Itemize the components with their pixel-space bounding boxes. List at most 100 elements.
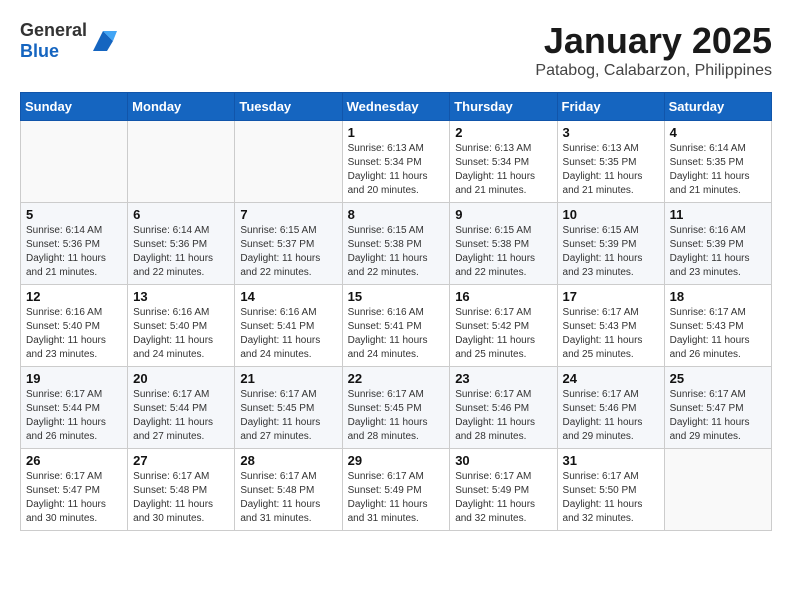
- logo-text: General Blue: [20, 20, 87, 62]
- day-number: 22: [348, 371, 445, 386]
- day-number: 4: [670, 125, 766, 140]
- day-info: Sunrise: 6:17 AMSunset: 5:48 PMDaylight:…: [240, 470, 336, 526]
- day-info: Sunrise: 6:16 AMSunset: 5:40 PMDaylight:…: [26, 306, 122, 362]
- day-number: 6: [133, 207, 229, 222]
- weekday-header-tuesday: Tuesday: [235, 93, 342, 121]
- day-number: 3: [563, 125, 659, 140]
- day-info: Sunrise: 6:17 AMSunset: 5:47 PMDaylight:…: [670, 388, 766, 444]
- calendar-cell: 3Sunrise: 6:13 AMSunset: 5:35 PMDaylight…: [557, 121, 664, 203]
- month-title: January 2025: [535, 20, 772, 62]
- day-number: 24: [563, 371, 659, 386]
- calendar-cell: 27 Sunrise: 6:17 AMSunset: 5:48 PMDayligh…: [128, 449, 235, 531]
- calendar-cell: 31 Sunrise: 6:17 AMSunset: 5:50 PMDayligh…: [557, 449, 664, 531]
- day-number: 17: [563, 289, 659, 304]
- day-number: 20: [133, 371, 229, 386]
- calendar-cell: [664, 449, 771, 531]
- calendar-cell: 28 Sunrise: 6:17 AMSunset: 5:48 PMDayligh…: [235, 449, 342, 531]
- day-info: Sunrise: 6:17 AMSunset: 5:47 PMDaylight:…: [26, 470, 122, 526]
- calendar-cell: 23Sunrise: 6:17 AMSunset: 5:46 PMDayligh…: [450, 367, 557, 449]
- week-row-4: 19Sunrise: 6:17 AMSunset: 5:44 PMDayligh…: [21, 367, 772, 449]
- day-number: 30: [455, 453, 551, 468]
- calendar-cell: 10 Sunrise: 6:15 AMSunset: 5:39 PMDayligh…: [557, 203, 664, 285]
- day-number: 29: [348, 453, 445, 468]
- day-info: Sunrise: 6:17 AMSunset: 5:49 PMDaylight:…: [348, 470, 445, 526]
- day-number: 10: [563, 207, 659, 222]
- location-title: Patabog, Calabarzon, Philippines: [535, 62, 772, 80]
- day-info: Sunrise: 6:14 AMSunset: 5:35 PMDaylight:…: [670, 142, 766, 198]
- day-number: 1: [348, 125, 445, 140]
- day-number: 19: [26, 371, 122, 386]
- day-number: 5: [26, 207, 122, 222]
- day-info: Sunrise: 6:17 AMSunset: 5:48 PMDaylight:…: [133, 470, 229, 526]
- calendar-cell: 1Sunrise: 6:13 AMSunset: 5:34 PMDaylight…: [342, 121, 450, 203]
- day-number: 8: [348, 207, 445, 222]
- day-number: 18: [670, 289, 766, 304]
- calendar-cell: 19Sunrise: 6:17 AMSunset: 5:44 PMDayligh…: [21, 367, 128, 449]
- day-info: Sunrise: 6:17 AMSunset: 5:43 PMDaylight:…: [563, 306, 659, 362]
- weekday-header-saturday: Saturday: [664, 93, 771, 121]
- calendar-cell: 4 Sunrise: 6:14 AMSunset: 5:35 PMDaylight…: [664, 121, 771, 203]
- day-info: Sunrise: 6:15 AMSunset: 5:39 PMDaylight:…: [563, 224, 659, 280]
- weekday-header-thursday: Thursday: [450, 93, 557, 121]
- day-info: Sunrise: 6:14 AMSunset: 5:36 PMDaylight:…: [26, 224, 122, 280]
- logo: General Blue: [20, 20, 117, 62]
- day-number: 28: [240, 453, 336, 468]
- calendar-table: SundayMondayTuesdayWednesdayThursdayFrid…: [20, 92, 772, 531]
- calendar-cell: 17 Sunrise: 6:17 AMSunset: 5:43 PMDayligh…: [557, 285, 664, 367]
- day-info: Sunrise: 6:16 AMSunset: 5:39 PMDaylight:…: [670, 224, 766, 280]
- day-number: 25: [670, 371, 766, 386]
- calendar-cell: 22 Sunrise: 6:17 AMSunset: 5:45 PMDayligh…: [342, 367, 450, 449]
- calendar-cell: 13 Sunrise: 6:16 AMSunset: 5:40 PMDayligh…: [128, 285, 235, 367]
- weekday-header-wednesday: Wednesday: [342, 93, 450, 121]
- week-row-3: 12 Sunrise: 6:16 AMSunset: 5:40 PMDayligh…: [21, 285, 772, 367]
- day-info: Sunrise: 6:17 AMSunset: 5:46 PMDaylight:…: [563, 388, 659, 444]
- weekday-header-monday: Monday: [128, 93, 235, 121]
- calendar-cell: 18 Sunrise: 6:17 AMSunset: 5:43 PMDayligh…: [664, 285, 771, 367]
- weekday-header-row: SundayMondayTuesdayWednesdayThursdayFrid…: [21, 93, 772, 121]
- day-number: 9: [455, 207, 551, 222]
- calendar-cell: 12 Sunrise: 6:16 AMSunset: 5:40 PMDayligh…: [21, 285, 128, 367]
- day-number: 31: [563, 453, 659, 468]
- day-info: Sunrise: 6:16 AMSunset: 5:41 PMDaylight:…: [240, 306, 336, 362]
- day-number: 14: [240, 289, 336, 304]
- calendar-cell: 16Sunrise: 6:17 AMSunset: 5:42 PMDayligh…: [450, 285, 557, 367]
- calendar-cell: 11 Sunrise: 6:16 AMSunset: 5:39 PMDayligh…: [664, 203, 771, 285]
- calendar-cell: 2Sunrise: 6:13 AMSunset: 5:34 PMDaylight…: [450, 121, 557, 203]
- day-number: 15: [348, 289, 445, 304]
- calendar-cell: [235, 121, 342, 203]
- title-area: January 2025 Patabog, Calabarzon, Philip…: [535, 20, 772, 80]
- day-info: Sunrise: 6:17 AMSunset: 5:42 PMDaylight:…: [455, 306, 551, 362]
- day-info: Sunrise: 6:17 AMSunset: 5:43 PMDaylight:…: [670, 306, 766, 362]
- day-info: Sunrise: 6:14 AMSunset: 5:36 PMDaylight:…: [133, 224, 229, 280]
- day-number: 27: [133, 453, 229, 468]
- day-info: Sunrise: 6:16 AMSunset: 5:40 PMDaylight:…: [133, 306, 229, 362]
- calendar-cell: [21, 121, 128, 203]
- calendar-cell: 15 Sunrise: 6:16 AMSunset: 5:41 PMDayligh…: [342, 285, 450, 367]
- logo-general: General: [20, 20, 87, 40]
- header-area: General Blue January 2025 Patabog, Calab…: [20, 20, 772, 80]
- calendar-cell: 5 Sunrise: 6:14 AMSunset: 5:36 PMDaylight…: [21, 203, 128, 285]
- day-number: 11: [670, 207, 766, 222]
- calendar-cell: 29 Sunrise: 6:17 AMSunset: 5:49 PMDayligh…: [342, 449, 450, 531]
- day-number: 13: [133, 289, 229, 304]
- logo-icon: [89, 27, 117, 55]
- calendar-cell: 6 Sunrise: 6:14 AMSunset: 5:36 PMDaylight…: [128, 203, 235, 285]
- calendar-cell: [128, 121, 235, 203]
- weekday-header-friday: Friday: [557, 93, 664, 121]
- weekday-header-sunday: Sunday: [21, 93, 128, 121]
- day-number: 21: [240, 371, 336, 386]
- day-info: Sunrise: 6:17 AMSunset: 5:45 PMDaylight:…: [240, 388, 336, 444]
- day-number: 23: [455, 371, 551, 386]
- day-number: 12: [26, 289, 122, 304]
- day-info: Sunrise: 6:17 AMSunset: 5:50 PMDaylight:…: [563, 470, 659, 526]
- day-info: Sunrise: 6:13 AMSunset: 5:34 PMDaylight:…: [455, 142, 551, 198]
- day-info: Sunrise: 6:15 AMSunset: 5:38 PMDaylight:…: [455, 224, 551, 280]
- day-number: 7: [240, 207, 336, 222]
- week-row-5: 26Sunrise: 6:17 AMSunset: 5:47 PMDayligh…: [21, 449, 772, 531]
- calendar-cell: 7Sunrise: 6:15 AMSunset: 5:37 PMDaylight…: [235, 203, 342, 285]
- calendar-cell: 9 Sunrise: 6:15 AMSunset: 5:38 PMDaylight…: [450, 203, 557, 285]
- week-row-2: 5 Sunrise: 6:14 AMSunset: 5:36 PMDaylight…: [21, 203, 772, 285]
- day-info: Sunrise: 6:17 AMSunset: 5:45 PMDaylight:…: [348, 388, 445, 444]
- logo-blue: Blue: [20, 41, 59, 61]
- day-info: Sunrise: 6:16 AMSunset: 5:41 PMDaylight:…: [348, 306, 445, 362]
